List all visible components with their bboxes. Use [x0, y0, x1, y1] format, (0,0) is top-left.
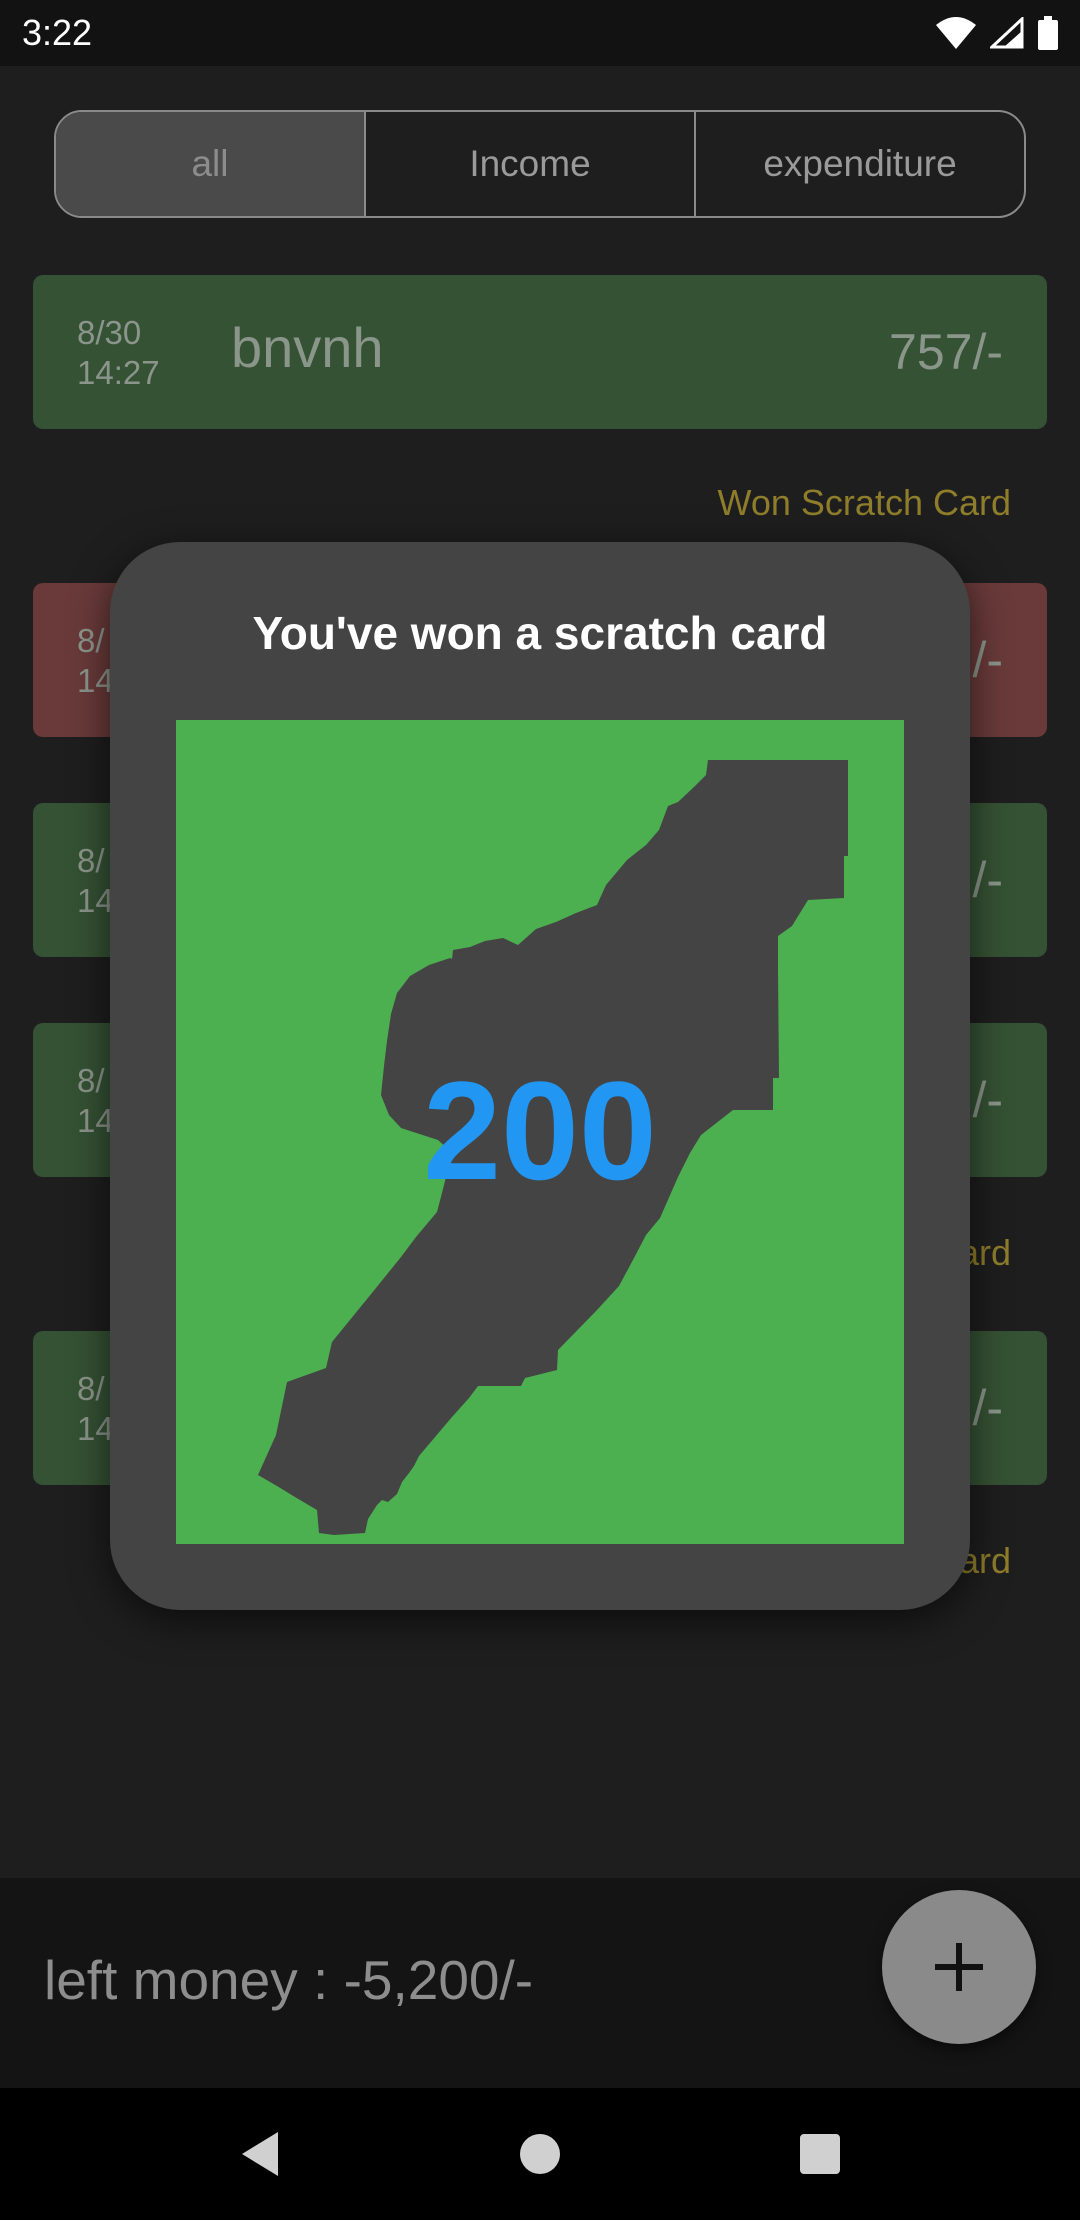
transaction-datetime: 8/ 14	[77, 621, 114, 701]
tab-all[interactable]: all	[56, 112, 366, 216]
add-transaction-button[interactable]	[882, 1890, 1036, 2044]
left-money-text: left money : -5,200/-	[44, 1949, 534, 2011]
plus-icon	[935, 1943, 983, 1991]
transaction-datetime: 8/ 14	[77, 1061, 114, 1141]
back-icon	[242, 2132, 278, 2176]
transaction-date: 8/	[77, 622, 105, 659]
home-icon	[520, 2134, 560, 2174]
status-icons	[936, 16, 1058, 50]
status-time: 3:22	[22, 12, 93, 53]
transaction-date: 8/	[77, 1062, 105, 1099]
tab-expenditure[interactable]: expenditure	[696, 112, 1024, 216]
transaction-title: bnvnh	[231, 316, 384, 379]
transaction-date: 8/	[77, 842, 105, 879]
transaction-amount: /-	[972, 1072, 1003, 1128]
status-bar: 3:22	[0, 0, 1080, 66]
back-button[interactable]	[230, 2124, 290, 2184]
dialog-title: You've won a scratch card	[252, 607, 828, 659]
transaction-row[interactable]: 8/30 14:27 bnvnh 757/-	[33, 275, 1047, 429]
transaction-datetime: 8/ 14	[77, 1369, 114, 1449]
scratch-card[interactable]: 200	[176, 720, 904, 1544]
transaction-time: 14	[77, 1410, 114, 1447]
transaction-amount: /-	[972, 632, 1003, 688]
transaction-time: 14:27	[77, 354, 160, 391]
signal-icon	[990, 17, 1024, 49]
won-scratch-card-label[interactable]: Won Scratch Card	[718, 482, 1011, 524]
wifi-icon	[936, 17, 976, 49]
home-button[interactable]	[510, 2124, 570, 2184]
transaction-datetime: 8/ 14	[77, 841, 114, 921]
transaction-amount: 757/-	[889, 324, 1003, 380]
prize-amount: 200	[423, 1052, 657, 1209]
recents-button[interactable]	[790, 2124, 850, 2184]
transaction-time: 14	[77, 882, 114, 919]
transaction-time: 14	[77, 662, 114, 699]
tab-income[interactable]: Income	[366, 112, 696, 216]
transaction-time: 14	[77, 1102, 114, 1139]
transaction-datetime: 8/30 14:27	[77, 313, 160, 393]
system-navigation-bar	[0, 2088, 1080, 2220]
scratch-card-dialog: You've won a scratch card 200	[110, 542, 970, 1610]
footer-bar: left money : -5,200/-	[0, 1878, 1080, 2088]
transaction-amount: /-	[972, 852, 1003, 908]
transaction-date: 8/30	[77, 314, 142, 351]
transaction-amount: /-	[972, 1380, 1003, 1436]
filter-segmented-control: all Income expenditure	[54, 110, 1026, 218]
battery-icon	[1038, 16, 1058, 50]
transaction-date: 8/	[77, 1370, 105, 1407]
recents-icon	[800, 2134, 840, 2174]
